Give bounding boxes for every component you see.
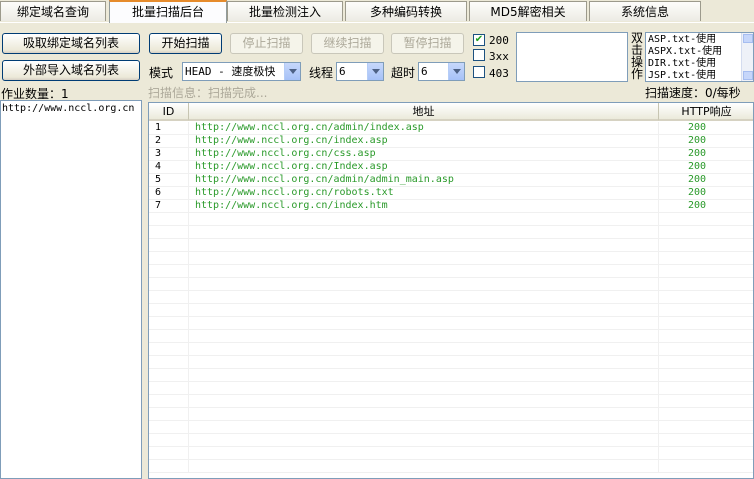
continue-scan-button[interactable]: 继续扫描 xyxy=(311,33,384,54)
table-row xyxy=(149,447,753,460)
column-header-url[interactable]: 地址 xyxy=(189,103,659,121)
table-row[interactable]: 3 http://www.nccl.org.cn/css.asp 200 xyxy=(149,148,753,161)
table-row xyxy=(149,382,753,395)
dictionary-item[interactable]: ASPX.txt-使用 xyxy=(648,46,722,58)
table-row[interactable]: 5 http://www.nccl.org.cn/admin/admin_main… xyxy=(149,174,753,187)
mode-select[interactable]: HEAD - 速度极快 xyxy=(182,62,301,81)
cell-http-status: 200 xyxy=(687,161,707,172)
table-row[interactable]: 7 http://www.nccl.org.cn/index.htm 200 xyxy=(149,200,753,213)
absorb-domains-button[interactable]: 吸取绑定域名列表 xyxy=(2,33,140,54)
column-header-http-status[interactable]: HTTP响应 xyxy=(659,103,753,121)
filter-3xx-checkbox[interactable] xyxy=(473,49,485,61)
table-row[interactable]: 1 http://www.nccl.org.cn/admin/index.asp 2… xyxy=(149,122,753,135)
custom-path-textarea[interactable] xyxy=(516,32,628,82)
table-row xyxy=(149,213,753,226)
filter-200-checkbox[interactable]: ✔ xyxy=(473,34,485,46)
tab-encoding-convert[interactable]: 多种编码转换 xyxy=(345,1,467,21)
thread-label: 线程 xyxy=(309,66,334,80)
tab-bar: 绑定域名查询 批量扫描后台 批量检测注入 多种编码转换 MD5解密相关 系统信息 xyxy=(0,0,754,23)
table-row xyxy=(149,408,753,421)
table-row xyxy=(149,434,753,447)
table-row xyxy=(149,317,753,330)
cell-http-status: 200 xyxy=(687,148,707,159)
table-row xyxy=(149,278,753,291)
mode-label: 模式 xyxy=(149,66,174,80)
stop-scan-button[interactable]: 停止扫描 xyxy=(230,33,303,54)
table-row xyxy=(149,226,753,239)
cell-url: http://www.nccl.org.cn/admin/admin_main.… xyxy=(195,174,454,185)
cell-http-status: 200 xyxy=(687,135,707,146)
cell-http-status: 200 xyxy=(687,122,707,133)
cell-id: 4 xyxy=(155,161,162,172)
thread-select-value: 6 xyxy=(339,65,346,78)
table-row xyxy=(149,330,753,343)
cell-id: 7 xyxy=(155,200,162,211)
domain-list[interactable]: http://www.nccl.org.cn xyxy=(0,100,142,479)
scan-speed-text: 扫描速度：0/每秒 xyxy=(645,86,741,100)
domain-list-item[interactable]: http://www.nccl.org.cn xyxy=(2,103,134,114)
table-row xyxy=(149,356,753,369)
pause-scan-button[interactable]: 暂停扫描 xyxy=(391,33,464,54)
cell-http-status: 200 xyxy=(687,187,707,198)
tab-md5-decrypt[interactable]: MD5解密相关 xyxy=(469,1,587,21)
filter-200-label: 200 xyxy=(489,34,509,47)
dictionary-item[interactable]: ASP.txt-使用 xyxy=(648,34,722,46)
chevron-down-icon[interactable] xyxy=(284,63,300,80)
cell-url: http://www.nccl.org.cn/robots.txt xyxy=(195,187,394,198)
start-scan-button[interactable]: 开始扫描 xyxy=(149,33,222,54)
table-row xyxy=(149,304,753,317)
table-row xyxy=(149,343,753,356)
tab-batch-scan-admin[interactable]: 批量扫描后台 xyxy=(109,0,227,23)
dictionary-item[interactable]: DIR.txt-使用 xyxy=(648,58,722,70)
table-row xyxy=(149,369,753,382)
import-domains-button[interactable]: 外部导入域名列表 xyxy=(2,60,140,81)
dictionary-scrollbar[interactable] xyxy=(741,33,753,81)
table-row xyxy=(149,239,753,252)
timeout-label: 超时 xyxy=(391,66,416,80)
double-click-hint: 双 击 操 作 xyxy=(631,32,643,80)
table-row[interactable]: 4 http://www.nccl.org.cn/Index.asp 200 xyxy=(149,161,753,174)
table-row[interactable]: 2 http://www.nccl.org.cn/index.asp 200 xyxy=(149,135,753,148)
table-row xyxy=(149,265,753,278)
cell-id: 5 xyxy=(155,174,162,185)
cell-url: http://www.nccl.org.cn/index.htm xyxy=(195,200,388,211)
results-table[interactable]: ID 地址 HTTP响应 1 http://www.nccl.org.cn/adm… xyxy=(148,102,754,479)
scroll-down-icon[interactable] xyxy=(743,71,753,80)
scan-info-text: 扫描信息：扫描完成... xyxy=(148,86,268,100)
tab-batch-injection[interactable]: 批量检测注入 xyxy=(227,1,343,21)
cell-http-status: 200 xyxy=(687,174,707,185)
cell-id: 2 xyxy=(155,135,162,146)
cell-url: http://www.nccl.org.cn/Index.asp xyxy=(195,161,388,172)
cell-http-status: 200 xyxy=(687,200,707,211)
dictionary-list[interactable]: ASP.txt-使用 ASPX.txt-使用 DIR.txt-使用 JSP.tx… xyxy=(645,32,754,82)
table-row xyxy=(149,252,753,265)
chevron-down-icon[interactable] xyxy=(448,63,464,80)
cell-id: 1 xyxy=(155,122,162,133)
mode-select-value: HEAD - 速度极快 xyxy=(185,65,276,78)
timeout-select-value: 6 xyxy=(421,65,428,78)
thread-select[interactable]: 6 xyxy=(336,62,384,81)
cell-url: http://www.nccl.org.cn/admin/index.asp xyxy=(195,122,424,133)
table-row xyxy=(149,421,753,434)
cell-url: http://www.nccl.org.cn/index.asp xyxy=(195,135,388,146)
table-row xyxy=(149,460,753,473)
table-body: 1 http://www.nccl.org.cn/admin/index.asp 2… xyxy=(149,122,753,478)
timeout-select[interactable]: 6 xyxy=(418,62,465,81)
filter-403-checkbox[interactable] xyxy=(473,66,485,78)
dictionary-item[interactable]: JSP.txt-使用 xyxy=(648,70,722,81)
filter-403-label: 403 xyxy=(489,67,509,80)
table-row xyxy=(149,291,753,304)
table-row[interactable]: 6 http://www.nccl.org.cn/robots.txt 200 xyxy=(149,187,753,200)
scroll-up-icon[interactable] xyxy=(743,34,753,43)
filter-3xx-label: 3xx xyxy=(489,50,509,63)
cell-url: http://www.nccl.org.cn/css.asp xyxy=(195,148,376,159)
tab-system-info[interactable]: 系统信息 xyxy=(589,1,701,21)
table-row xyxy=(149,395,753,408)
tab-domain-query[interactable]: 绑定域名查询 xyxy=(0,1,106,21)
cell-id: 3 xyxy=(155,148,162,159)
chevron-down-icon[interactable] xyxy=(367,63,383,80)
hint-char: 作 xyxy=(631,67,644,81)
column-header-id[interactable]: ID xyxy=(149,103,189,121)
cell-id: 6 xyxy=(155,187,162,198)
